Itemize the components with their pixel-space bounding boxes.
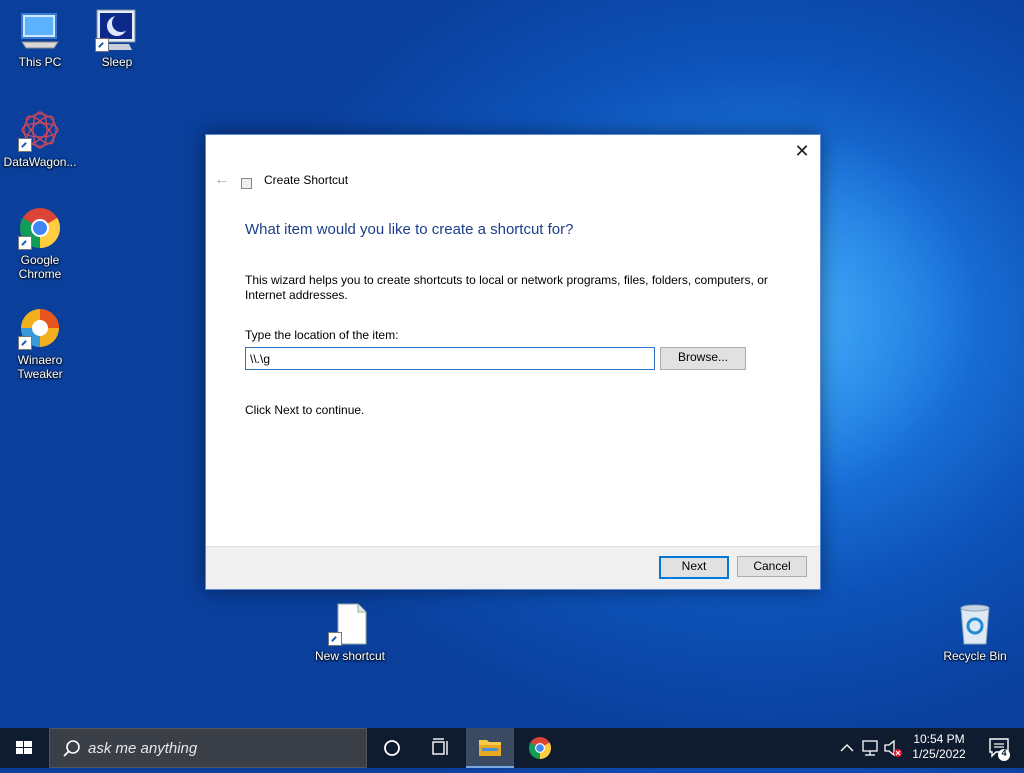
chrome-icon [18, 206, 62, 250]
datawagon-spiro-icon [18, 108, 62, 152]
browse-button[interactable]: Browse... [660, 347, 746, 370]
cortana-circle-icon [384, 740, 400, 756]
close-icon[interactable]: ✕ [792, 141, 812, 161]
shortcut-overlay-icon [328, 632, 342, 646]
clock-date: 1/25/2022 [912, 747, 966, 761]
shortcut-overlay-icon [18, 138, 32, 152]
dialog-footer: Next Cancel [206, 546, 820, 589]
desktop-icon-this-pc[interactable]: This PC [0, 8, 80, 69]
desktop-icon-new-shortcut[interactable]: New shortcut [310, 602, 390, 663]
windows-logo-icon [16, 741, 32, 754]
shortcut-overlay-icon [18, 236, 32, 250]
desktop-icon-recycle-bin[interactable]: Recycle Bin [935, 602, 1015, 663]
show-hidden-icons-button[interactable] [836, 728, 858, 768]
action-center-button[interactable]: 4 [978, 728, 1024, 768]
desktop-icon-label: Recycle Bin [943, 649, 1007, 663]
this-pc-icon [18, 8, 62, 52]
dialog-description: This wizard helps you to create shortcut… [245, 273, 768, 302]
winaero-tweaker-icon [18, 306, 62, 350]
task-view-icon [432, 738, 448, 755]
chrome-icon [529, 737, 551, 759]
folder-icon [479, 740, 501, 756]
desktop-icon-label: New shortcut [314, 649, 386, 663]
recycle-bin-icon [953, 602, 997, 646]
blank-file-icon [328, 602, 372, 646]
desktop-icon-label: Sleep [101, 55, 133, 69]
desktop-icon-sleep[interactable]: Sleep [77, 8, 157, 69]
desktop-icon-label: Google Chrome [18, 253, 62, 281]
dialog-title: Create Shortcut [264, 173, 349, 187]
chrome-taskbar-button[interactable] [516, 728, 564, 768]
chevron-up-icon [840, 744, 854, 752]
cortana-button[interactable] [368, 728, 416, 768]
desktop-icon-label: This PC [18, 55, 62, 69]
continue-hint: Click Next to continue. [245, 403, 365, 417]
next-button[interactable]: Next [659, 556, 729, 579]
taskbar: ask me anything 10:54 PM 1/25/2022 4 [0, 728, 1024, 768]
sleep-moon-icon [95, 8, 139, 52]
desktop-icon-google-chrome[interactable]: Google Chrome [0, 206, 80, 281]
desktop-icon-label: Winaero Tweaker [17, 353, 63, 381]
create-shortcut-dialog: ✕ ← Create Shortcut What item would you … [205, 134, 821, 590]
taskbar-clock[interactable]: 10:54 PM 1/25/2022 [900, 732, 978, 762]
dialog-heading: What item would you like to create a sho… [245, 221, 574, 238]
network-icon [862, 740, 878, 756]
search-placeholder: ask me anything [88, 740, 198, 757]
network-button[interactable] [860, 728, 882, 768]
location-input[interactable] [245, 347, 655, 370]
shortcut-title-icon [241, 178, 252, 189]
back-arrow-icon: ← [214, 171, 230, 188]
start-button[interactable] [0, 728, 48, 768]
search-icon [63, 740, 80, 757]
task-view-button[interactable] [416, 728, 464, 768]
shortcut-overlay-icon [18, 336, 32, 350]
taskbar-search-box[interactable]: ask me anything [49, 728, 367, 768]
shortcut-overlay-icon [95, 38, 109, 52]
desktop-icon-winaero-tweaker[interactable]: Winaero Tweaker [0, 306, 80, 381]
location-label: Type the location of the item: [245, 328, 399, 342]
notification-count-badge: 4 [1001, 748, 1007, 758]
file-explorer-taskbar-button[interactable] [466, 728, 514, 768]
clock-time: 10:54 PM [913, 732, 965, 746]
cancel-button[interactable]: Cancel [737, 556, 807, 577]
desktop-icon-datawagon[interactable]: DataWagon... [0, 108, 80, 169]
desktop-icon-label: DataWagon... [3, 155, 77, 169]
